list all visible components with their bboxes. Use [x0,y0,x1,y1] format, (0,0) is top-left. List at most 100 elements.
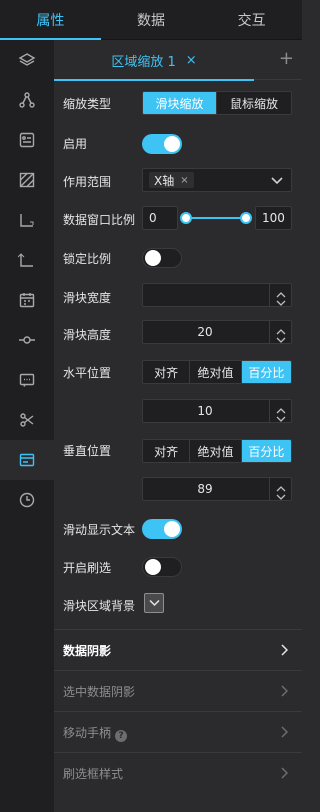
rail-item-x-axis[interactable] [0,200,54,240]
h-position-stepper[interactable]: 10 [142,399,292,423]
h-position-percent-option[interactable]: 百分比 [241,361,291,383]
window-start-handle[interactable] [180,212,192,224]
section-title-text: 移动手柄 [63,726,112,740]
zoom-type-slider-option[interactable]: 滑块缩放 [143,92,217,114]
rail-item-timeline[interactable] [0,320,54,360]
window-start-input[interactable]: 0 [142,206,178,230]
top-tab-bar: 属性 数据 交互 [0,0,302,40]
enabled-toggle[interactable] [142,134,182,154]
stepper-arrows[interactable] [269,284,291,306]
rail-item-y-axis[interactable] [0,240,54,280]
slider-width-label: 滑块宽度 [63,291,112,305]
lock-ratio-toggle[interactable] [142,248,182,268]
h-position-label: 水平位置 [63,366,112,380]
chevron-up-icon[interactable] [276,481,286,491]
rail-item-calendar[interactable] [0,280,54,320]
texture-icon [19,172,35,188]
chevron-down-icon [148,599,160,607]
rail-item-message[interactable] [0,360,54,400]
v-position-label: 垂直位置 [63,444,112,458]
stepper-arrows[interactable] [269,400,291,422]
show-text-label: 滑动显示文本 [63,523,136,537]
component-rail [0,40,54,812]
window-start-value: 0 [149,211,157,225]
h-position-absolute-option[interactable]: 绝对值 [190,361,242,383]
message-icon [19,373,35,387]
chevron-right-icon [281,726,289,741]
rail-item-graph[interactable] [0,80,54,120]
tab-interaction[interactable]: 交互 [201,0,302,39]
chevron-down-icon [271,175,283,185]
chevron-down-icon[interactable] [276,296,286,306]
sub-tab-data-zoom-1[interactable]: 区域缩放 1 × [54,40,254,81]
window-end-input[interactable]: 100 [255,206,292,230]
zoom-type-mouse-option[interactable]: 鼠标缩放 [217,92,291,114]
h-position-segmented: 对齐 绝对值 百分比 [142,360,292,384]
chevron-right-icon [281,644,289,659]
window-end-handle[interactable] [240,212,252,224]
show-text-toggle[interactable] [142,519,182,539]
data-zoom-icon [19,453,35,467]
stepper-arrows[interactable] [269,321,291,343]
slider-bg-label: 滑块区域背景 [63,599,136,613]
rail-item-texture[interactable] [0,160,54,200]
layers-icon [18,53,36,66]
rail-item-card[interactable] [0,120,54,160]
enabled-label: 启用 [63,137,88,151]
properties-panel: 区域缩放 1 × + 缩放类型 滑块缩放 鼠标缩放 启用 作用范围 X轴 × 数… [54,40,302,812]
chevron-down-icon[interactable] [276,490,286,500]
rail-item-data-zoom[interactable] [0,440,54,480]
section-move-handle[interactable]: 移动手柄? [54,711,302,751]
window-end-value: 100 [262,211,285,225]
v-position-stepper[interactable]: 89 [142,477,292,501]
window-ratio-label: 数据窗口比例 [63,213,136,227]
help-icon[interactable]: ? [115,730,128,742]
v-position-segmented: 对齐 绝对值 百分比 [142,439,292,463]
v-position-value: 89 [197,482,213,496]
rail-item-clock[interactable] [0,480,54,520]
slider-height-stepper[interactable]: 20 [142,320,292,344]
add-icon[interactable]: + [279,50,294,68]
brush-label: 开启刷选 [63,561,112,575]
axis-x-icon [20,214,34,227]
section-title: 刷选框样式 [63,767,124,781]
rail-item-tools[interactable] [0,400,54,440]
v-position-align-option[interactable]: 对齐 [143,440,191,462]
calendar-icon [19,293,35,308]
slider-width-stepper[interactable] [142,283,292,307]
scissors-icon [20,413,34,427]
section-data-shadow[interactable]: 数据阴影 [54,629,302,669]
scope-select[interactable]: X轴 × [142,168,292,192]
brush-toggle[interactable] [142,557,182,577]
v-position-absolute-option[interactable]: 绝对值 [190,440,242,462]
clock-icon [19,492,35,508]
scope-tag-label: X轴 [154,173,175,188]
stepper-arrows[interactable] [269,478,291,500]
chevron-up-icon[interactable] [276,287,286,297]
window-range-track[interactable] [185,217,245,219]
scope-tag: X轴 × [149,172,194,188]
section-brush-style[interactable]: 刷选框样式 [54,752,302,792]
lock-ratio-label: 锁定比例 [63,252,112,266]
axis-y-icon [18,253,33,267]
chevron-right-icon [281,685,289,700]
h-position-value: 10 [197,404,213,418]
tag-close-icon[interactable]: × [180,175,188,186]
tab-data[interactable]: 数据 [101,0,202,39]
tab-properties[interactable]: 属性 [0,0,101,40]
rail-item-layers[interactable] [0,40,54,80]
slider-height-value: 20 [197,325,213,339]
chevron-down-icon[interactable] [276,333,286,343]
slider-bg-color-picker[interactable] [144,593,164,613]
chevron-right-icon [281,767,289,782]
sub-tab-label: 区域缩放 1 [111,54,176,70]
chevron-up-icon[interactable] [276,403,286,413]
chevron-down-icon[interactable] [276,412,286,422]
section-title: 移动手柄? [63,724,128,742]
graph-nodes-icon [19,92,35,108]
chevron-up-icon[interactable] [276,324,286,334]
v-position-percent-option[interactable]: 百分比 [241,440,291,462]
h-position-align-option[interactable]: 对齐 [143,361,191,383]
close-icon[interactable]: × [186,53,197,68]
section-selected-data-shadow[interactable]: 选中数据阴影 [54,670,302,710]
